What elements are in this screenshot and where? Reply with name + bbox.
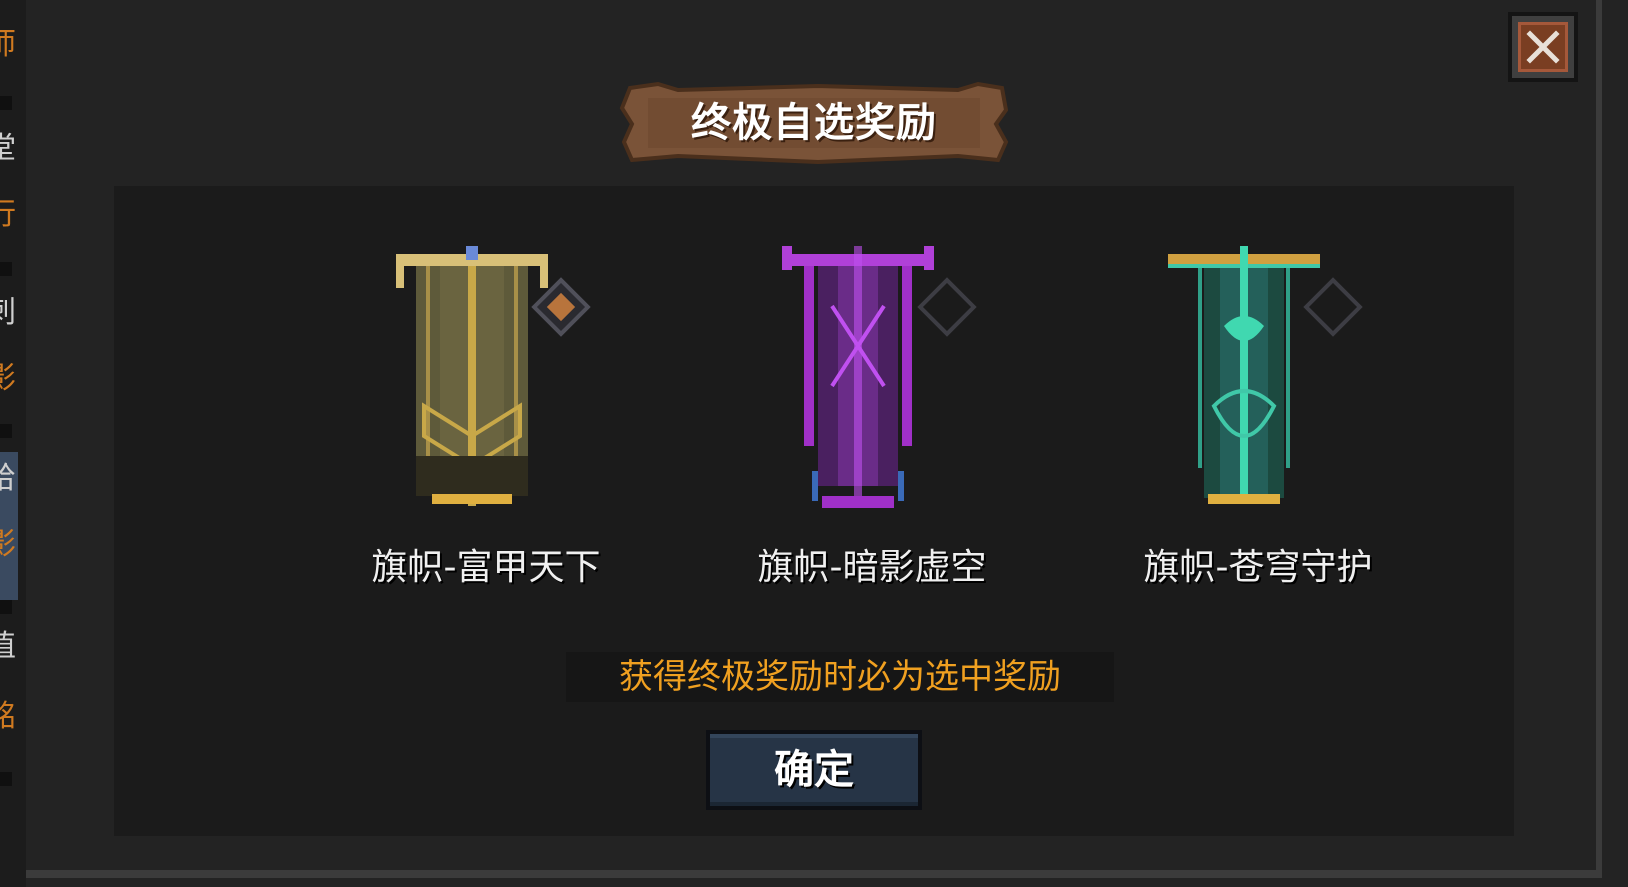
side-menu-glyph: 影: [0, 361, 16, 396]
confirm-button[interactable]: 确定: [706, 730, 922, 810]
side-menu-glyph: 师: [0, 27, 16, 62]
side-menu-glyph: 影: [0, 527, 16, 562]
divider: [0, 96, 12, 110]
reward-notice: 获得终极奖励时必为选中奖励: [566, 652, 1114, 702]
side-menu-glyph: 给: [0, 461, 16, 496]
reward-option-3[interactable]: 旗帜-苍穹守护: [1108, 246, 1408, 606]
side-menu-glyph: 铭: [0, 699, 16, 734]
reward-option-1[interactable]: 旗帜-富甲天下: [336, 246, 636, 606]
game-screen: 师 堂 行 刺 影 给 影 值 铭 终极自选奖励 旗帜-富甲天下 旗帜-暗影虚空…: [0, 0, 1628, 887]
divider: [0, 600, 12, 614]
side-menu-glyph: 堂: [0, 131, 16, 166]
reward-name: 旗帜-富甲天下: [371, 547, 601, 588]
modal-title: 终极自选奖励: [691, 100, 937, 146]
reward-panel: 旗帜-富甲天下 旗帜-暗影虚空 旗帜-苍穹守护 获得终极奖励时必为选中奖励 确定: [114, 186, 1514, 836]
side-menu-glyph: 值: [0, 629, 16, 664]
close-x-icon: [1526, 30, 1560, 64]
reward-name: 旗帜-苍穹守护: [1143, 547, 1373, 588]
reward-option-2[interactable]: 旗帜-暗影虚空: [722, 246, 1022, 606]
side-menu-glyph: 行: [0, 197, 16, 232]
selected-dot: [546, 292, 576, 322]
gold-banner-icon: [396, 246, 548, 506]
divider: [0, 772, 12, 786]
side-menu-glyph: 刺: [0, 295, 16, 330]
purple-banner-icon: [782, 246, 934, 508]
reward-name: 旗帜-暗影虚空: [757, 547, 987, 588]
divider: [0, 262, 12, 276]
background-side-menu: 师 堂 行 刺 影 给 影 值 铭: [0, 0, 26, 887]
divider: [0, 424, 12, 438]
teal-banner-icon: [1168, 246, 1320, 504]
close-button[interactable]: [1508, 12, 1578, 82]
reward-select-modal: 终极自选奖励 旗帜-富甲天下 旗帜-暗影虚空 旗帜-苍穹守护 获得终极奖励时必为…: [26, 0, 1602, 878]
title-plaque: 终极自选奖励: [618, 80, 1010, 166]
